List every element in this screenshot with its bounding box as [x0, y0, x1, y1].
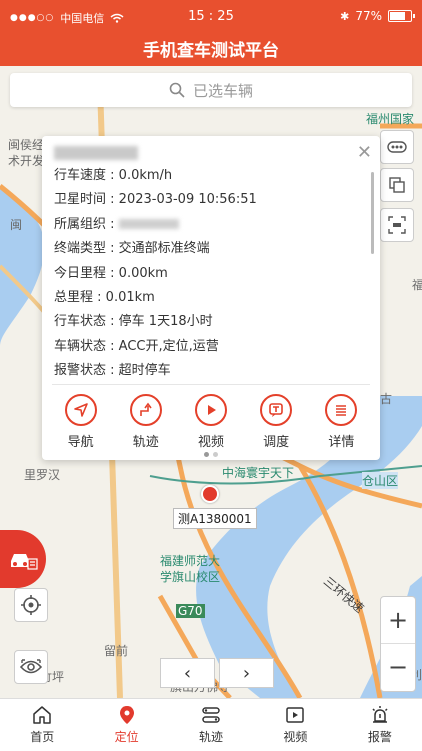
locate-button[interactable] — [14, 588, 48, 622]
map-label: 古 — [380, 392, 393, 406]
info-row-total-mileage: 总里程 : 0.01km — [54, 289, 155, 305]
vehicle-marker[interactable] — [201, 485, 219, 503]
battery-percent: 77% — [355, 9, 382, 23]
car-list-icon — [11, 554, 38, 570]
battery-icon — [388, 10, 415, 22]
popup-pager[interactable] — [42, 452, 380, 457]
home-icon — [33, 706, 51, 724]
traffic-toggle-button[interactable] — [380, 130, 414, 164]
chevron-left-icon: ‹ — [183, 662, 192, 684]
info-row-today-mileage: 今日里程 : 0.00km — [54, 265, 168, 281]
dispatch-icon — [269, 403, 283, 417]
map-label: 福建师范大 — [160, 554, 221, 568]
chevron-right-icon: › — [242, 662, 251, 684]
pager-dot — [213, 452, 218, 457]
map-label: 学旗山校区 — [160, 570, 221, 584]
eye-icon — [20, 659, 42, 674]
map-label: 闽侯经 — [8, 138, 45, 152]
search-icon — [169, 82, 185, 98]
map-label: 闽 — [10, 218, 23, 232]
tab-video[interactable]: 视频 — [253, 699, 337, 751]
video-icon — [286, 707, 305, 723]
bluetooth-icon: ✱ — [340, 9, 350, 23]
street-view-button[interactable] — [14, 650, 48, 684]
map-label: 仓山区 — [362, 472, 399, 489]
close-icon[interactable]: ✕ — [357, 142, 372, 163]
plate-number-redacted — [54, 146, 138, 160]
tab-track[interactable]: 轨迹 — [169, 699, 253, 751]
track-icon — [202, 707, 220, 723]
video-button[interactable]: 视频 — [181, 394, 241, 450]
info-row-organization: 所属组织 : — [54, 213, 360, 237]
popup-scrollbar[interactable] — [371, 172, 374, 254]
map-label: 福州国家 — [366, 112, 415, 126]
scan-button[interactable] — [380, 208, 414, 242]
map-label: 中海寰宇天下 — [222, 466, 295, 480]
layers-icon — [389, 177, 405, 193]
map-label: G70 — [176, 604, 205, 618]
details-icon — [336, 405, 347, 416]
info-row-vehicle-status: 车辆状态 : ACC开,定位,运营 — [54, 338, 219, 354]
vehicle-info-popup: ✕ 行车速度 : 0.0km/h 卫星时间 : 2023-03-09 10:56… — [42, 136, 380, 460]
navigation-icon — [73, 403, 88, 417]
vehicle-search-bar[interactable]: 已选车辆 — [10, 73, 412, 107]
next-vehicle-button[interactable]: › — [219, 658, 274, 688]
popup-actions: 导航 轨迹 视频 调度 详情 — [42, 394, 380, 450]
tab-location[interactable]: 定位 — [84, 699, 168, 751]
zoom-in-button[interactable]: + — [381, 597, 415, 643]
organization-redacted — [118, 219, 179, 230]
info-row-alarm-status: 报警状态 : 超时停车 — [54, 363, 171, 379]
zoom-control: + − — [380, 596, 416, 692]
tab-alarm[interactable]: 报警 — [338, 699, 422, 751]
vehicle-plate-label[interactable]: 测A1380001 — [173, 508, 257, 529]
page-title: 手机查车测试平台 — [143, 41, 279, 61]
crosshair-icon — [21, 595, 41, 615]
dispatch-button[interactable]: 调度 — [246, 394, 306, 450]
vehicle-info-list: 行车速度 : 0.0km/h 卫星时间 : 2023-03-09 10:56:5… — [54, 164, 360, 384]
search-placeholder: 已选车辆 — [192, 81, 253, 100]
map-label: 福 — [412, 278, 422, 292]
previous-vehicle-button[interactable]: ‹ — [160, 658, 215, 688]
scan-icon — [388, 216, 406, 234]
info-row-terminal-type: 终端类型 : 交通部标准终端 — [54, 241, 210, 257]
info-row-driving-status: 行车状态 : 停车 1天18小时 — [54, 314, 213, 330]
popup-divider — [52, 384, 370, 385]
details-button[interactable]: 详情 — [311, 394, 371, 450]
track-icon — [139, 402, 152, 416]
track-button[interactable]: 轨迹 — [116, 394, 176, 450]
location-icon — [119, 706, 134, 724]
status-bar: ●●●○○ 中国电信 15 : 25 ✱ 77% — [0, 0, 422, 32]
info-row-speed: 行车速度 : 0.0km/h — [54, 168, 173, 183]
traffic-icon — [387, 141, 407, 153]
video-icon — [207, 405, 216, 415]
tab-home[interactable]: 首页 — [0, 699, 84, 751]
alarm-icon — [372, 706, 388, 723]
info-row-gps-time: 卫星时间 : 2023-03-09 10:56:51 — [54, 192, 257, 208]
map-label: 术开发 — [8, 154, 45, 168]
layers-button[interactable] — [380, 168, 414, 202]
zoom-out-button[interactable]: − — [381, 643, 415, 690]
navigate-button[interactable]: 导航 — [51, 394, 111, 450]
map-label: 留前 — [104, 644, 129, 658]
vehicle-switcher: ‹ › — [160, 658, 274, 688]
app-header: ●●●○○ 中国电信 15 : 25 ✱ 77% 手机查车测试平台 — [0, 0, 422, 66]
bottom-tab-bar: 首页 定位 轨迹 视频 报警 — [0, 698, 422, 751]
pager-dot-active — [204, 452, 209, 457]
map-label: 里罗汉 — [24, 468, 61, 482]
